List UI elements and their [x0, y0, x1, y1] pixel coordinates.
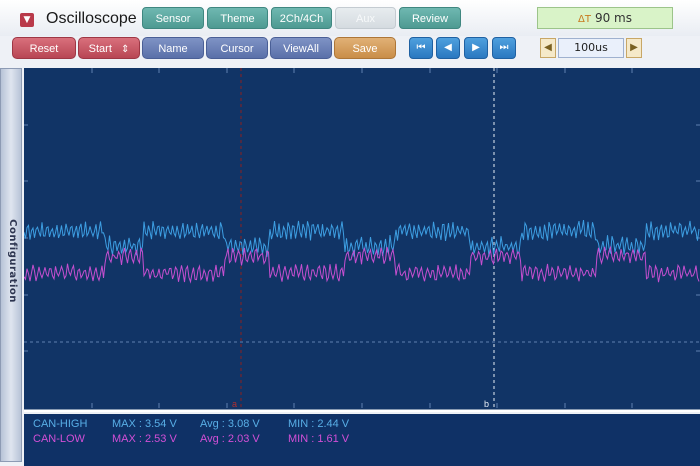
next-frame-icon[interactable]: ▶ [464, 37, 488, 59]
tab-review[interactable]: Review [399, 7, 461, 29]
ch1-min: MIN : 2.44 V [288, 418, 350, 430]
tab-sensor[interactable]: Sensor [142, 7, 204, 29]
save-button[interactable]: Save [334, 37, 396, 59]
last-frame-icon[interactable]: ⏭ [492, 37, 516, 59]
delta-time-value: 90 ms [594, 11, 632, 25]
cursor-b-label: b [484, 399, 489, 409]
tab-2ch-4ch[interactable]: 2Ch/4Ch [271, 7, 332, 29]
timebase-decrease-icon[interactable]: ◀ [540, 38, 556, 58]
cursor-button[interactable]: Cursor [206, 37, 268, 59]
scope-display[interactable]: a b [24, 68, 700, 412]
timebase-increase-icon[interactable]: ▶ [626, 38, 642, 58]
ch1-avg: Avg : 3.08 V [200, 418, 260, 430]
start-dropdown-icon: ⇕ [120, 44, 130, 55]
viewall-button[interactable]: ViewAll [270, 37, 332, 59]
delta-time-readout: ΔT 90 ms [537, 7, 673, 29]
reset-button[interactable]: Reset [12, 37, 76, 59]
tab-aux[interactable]: Aux [335, 7, 396, 29]
ch2-min: MIN : 1.61 V [288, 433, 350, 445]
app-menu-icon[interactable]: ▼ [20, 13, 34, 27]
ch2-name: CAN-LOW [33, 433, 85, 445]
ch1-max: MAX : 3.54 V [112, 418, 177, 430]
name-button[interactable]: Name [142, 37, 204, 59]
measurement-bar: CAN-HIGH MAX : 3.54 V Avg : 3.08 V MIN :… [24, 414, 700, 466]
tab-theme[interactable]: Theme [207, 7, 268, 29]
first-frame-icon[interactable]: ⏮ [409, 37, 433, 59]
delta-time-icon: ΔT [578, 14, 591, 25]
prev-frame-icon[interactable]: ◀ [436, 37, 460, 59]
ch2-max: MAX : 2.53 V [112, 433, 177, 445]
ch2-avg: Avg : 2.03 V [200, 433, 260, 445]
ch1-name: CAN-HIGH [33, 418, 88, 430]
timebase-value: 100us [558, 38, 624, 58]
configuration-label: Configuration [7, 219, 18, 303]
start-button-label: Start [88, 43, 112, 55]
app-title: Oscilloscope [46, 10, 137, 27]
start-button[interactable]: Start ⇕ [78, 37, 140, 59]
cursor-a-label: a [232, 399, 237, 409]
